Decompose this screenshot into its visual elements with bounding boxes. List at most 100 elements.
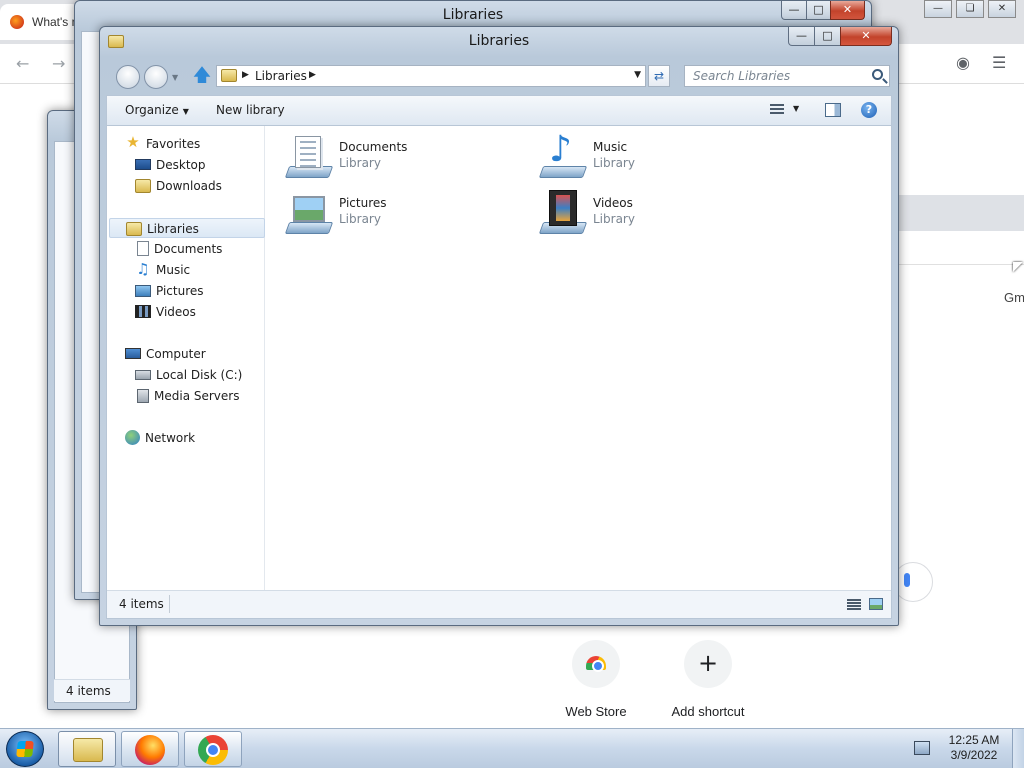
shortcut-label: Web Store bbox=[565, 704, 627, 719]
forward-arrow-icon[interactable]: → bbox=[52, 54, 65, 73]
maximize-button[interactable]: □ bbox=[806, 1, 831, 20]
pictures-library-icon bbox=[284, 190, 334, 236]
libraries-folder-icon bbox=[221, 69, 237, 82]
browser-tab[interactable]: What's n bbox=[0, 4, 80, 40]
network-tray-icon[interactable] bbox=[914, 741, 930, 755]
downloads-folder-icon bbox=[135, 178, 151, 193]
shortcut-circle bbox=[572, 640, 620, 688]
nav-item-documents[interactable]: Documents bbox=[135, 239, 222, 259]
taskbar-button-chrome[interactable] bbox=[184, 731, 242, 767]
close-button[interactable]: ✕ bbox=[840, 27, 892, 46]
taskbar-button-firefox[interactable] bbox=[121, 731, 179, 767]
taskbar: 12:25 AM 3/9/2022 bbox=[0, 728, 1024, 768]
nav-label: Downloads bbox=[156, 179, 222, 193]
voice-search-button[interactable] bbox=[893, 562, 933, 602]
large-icons-view-icon[interactable] bbox=[869, 598, 883, 610]
nav-item-music[interactable]: ♫ Music bbox=[135, 260, 190, 280]
status-bar: 4 items bbox=[107, 590, 891, 618]
nav-item-videos[interactable]: Videos bbox=[135, 302, 196, 322]
library-item-music[interactable]: ♪ Music Library bbox=[538, 132, 779, 184]
nav-item-pictures[interactable]: Pictures bbox=[135, 281, 204, 301]
start-button[interactable] bbox=[6, 731, 44, 767]
forward-button[interactable] bbox=[144, 65, 168, 89]
clock-date: 3/9/2022 bbox=[950, 748, 998, 762]
menu-icon[interactable]: ☰ bbox=[992, 53, 1006, 72]
preview-pane-icon[interactable] bbox=[825, 103, 841, 117]
pocket-icon[interactable]: ◉ bbox=[956, 53, 970, 72]
back-button[interactable] bbox=[116, 65, 140, 89]
nav-item-media-servers[interactable]: Media Servers bbox=[135, 386, 239, 406]
show-desktop-button[interactable] bbox=[1012, 729, 1024, 768]
nav-item-desktop[interactable]: Desktop bbox=[135, 155, 206, 175]
new-library-button[interactable]: New library bbox=[216, 103, 285, 117]
nav-favorites[interactable]: ★ Favorites bbox=[125, 134, 200, 154]
library-item-pictures[interactable]: Pictures Library bbox=[284, 190, 525, 240]
status-item-count: 4 items bbox=[119, 597, 164, 611]
search-icon[interactable] bbox=[872, 69, 883, 80]
library-type: Library bbox=[593, 212, 635, 226]
nav-item-downloads[interactable]: Downloads bbox=[135, 176, 222, 196]
minimize-button[interactable]: — bbox=[924, 0, 952, 18]
up-arrow-icon[interactable]: 🡅 bbox=[192, 65, 212, 87]
close-button[interactable]: ✕ bbox=[830, 1, 865, 20]
address-dropdown-icon[interactable]: ▼ bbox=[634, 70, 641, 80]
navigation-pane: ★ Favorites Desktop Downloads Libraries D… bbox=[107, 126, 265, 590]
shortcut-label: Add shortcut bbox=[671, 704, 745, 719]
organize-button[interactable]: Organize ▼ bbox=[125, 103, 189, 117]
library-name: Videos bbox=[593, 196, 633, 210]
nav-label: Desktop bbox=[156, 158, 206, 172]
view-dropdown-icon[interactable]: ▼ bbox=[793, 104, 799, 113]
nav-item-local-disk[interactable]: Local Disk (C:) bbox=[135, 365, 242, 385]
help-icon[interactable]: ? bbox=[861, 102, 877, 118]
explorer-window-libraries[interactable]: Libraries — □ ✕ ▼ 🡅 ▶ Libraries ▶ ▼ ⇄ Se… bbox=[99, 26, 899, 626]
chevron-down-icon: ▼ bbox=[182, 107, 189, 116]
firefox-icon bbox=[135, 735, 165, 765]
address-row: ▼ 🡅 ▶ Libraries ▶ ▼ ⇄ Search Libraries bbox=[106, 61, 892, 91]
minimize-button[interactable]: — bbox=[781, 1, 807, 20]
search-input[interactable]: Search Libraries bbox=[684, 65, 890, 87]
nav-label: Network bbox=[145, 431, 196, 445]
desktop-icon bbox=[135, 159, 151, 170]
partial-gmail-link[interactable]: Gm bbox=[1004, 290, 1024, 305]
taskbar-button-explorer[interactable] bbox=[58, 731, 116, 767]
nav-label: Computer bbox=[146, 347, 206, 361]
media-server-icon bbox=[137, 388, 149, 403]
nav-label: Music bbox=[156, 263, 191, 277]
library-type: Library bbox=[339, 156, 381, 170]
refresh-button[interactable]: ⇄ bbox=[648, 65, 670, 87]
maximize-button[interactable]: □ bbox=[814, 27, 841, 46]
library-name: Documents bbox=[339, 140, 408, 154]
divider bbox=[169, 595, 170, 613]
nav-libraries[interactable]: Libraries bbox=[109, 218, 265, 238]
library-type: Library bbox=[339, 212, 381, 226]
address-bar[interactable]: ▶ Libraries ▶ ▼ bbox=[216, 65, 646, 87]
restore-button[interactable]: ❏ bbox=[956, 0, 984, 18]
library-item-documents[interactable]: Documents Library bbox=[284, 134, 525, 184]
back-arrow-icon[interactable]: ← bbox=[16, 54, 29, 73]
change-view-icon[interactable] bbox=[770, 104, 784, 116]
breadcrumb-arrow-icon[interactable]: ▶ bbox=[242, 70, 249, 80]
nav-network[interactable]: Network bbox=[125, 428, 195, 448]
details-view-icon[interactable] bbox=[847, 599, 861, 610]
explorer-body: ★ Favorites Desktop Downloads Libraries D… bbox=[106, 125, 892, 619]
nav-computer[interactable]: Computer bbox=[125, 344, 206, 364]
breadcrumb-libraries[interactable]: Libraries bbox=[255, 69, 307, 83]
window-title: Libraries bbox=[442, 7, 504, 23]
library-item-videos[interactable]: Videos Library bbox=[538, 190, 779, 240]
clock-time: 12:25 AM bbox=[948, 733, 1000, 747]
chrome-icon bbox=[198, 735, 228, 765]
recent-pages-dropdown-icon[interactable]: ▼ bbox=[172, 73, 178, 82]
shortcut-add[interactable]: + Add shortcut bbox=[648, 640, 768, 719]
organize-label: Organize bbox=[125, 103, 179, 117]
pictures-icon bbox=[135, 284, 151, 297]
documents-library-icon bbox=[284, 134, 334, 180]
shortcut-web-store[interactable]: Web Store bbox=[536, 640, 656, 719]
shortcut-circle: + bbox=[684, 640, 732, 688]
file-list: Documents Library ♪ Music Library Pictur… bbox=[267, 126, 891, 590]
nav-label: Documents bbox=[154, 242, 223, 256]
taskbar-clock[interactable]: 12:25 AM 3/9/2022 bbox=[944, 733, 1004, 763]
minimize-button[interactable]: — bbox=[788, 27, 815, 46]
breadcrumb-arrow-icon[interactable]: ▶ bbox=[309, 70, 316, 80]
close-button[interactable]: ✕ bbox=[988, 0, 1016, 18]
library-name: Pictures bbox=[339, 196, 387, 210]
